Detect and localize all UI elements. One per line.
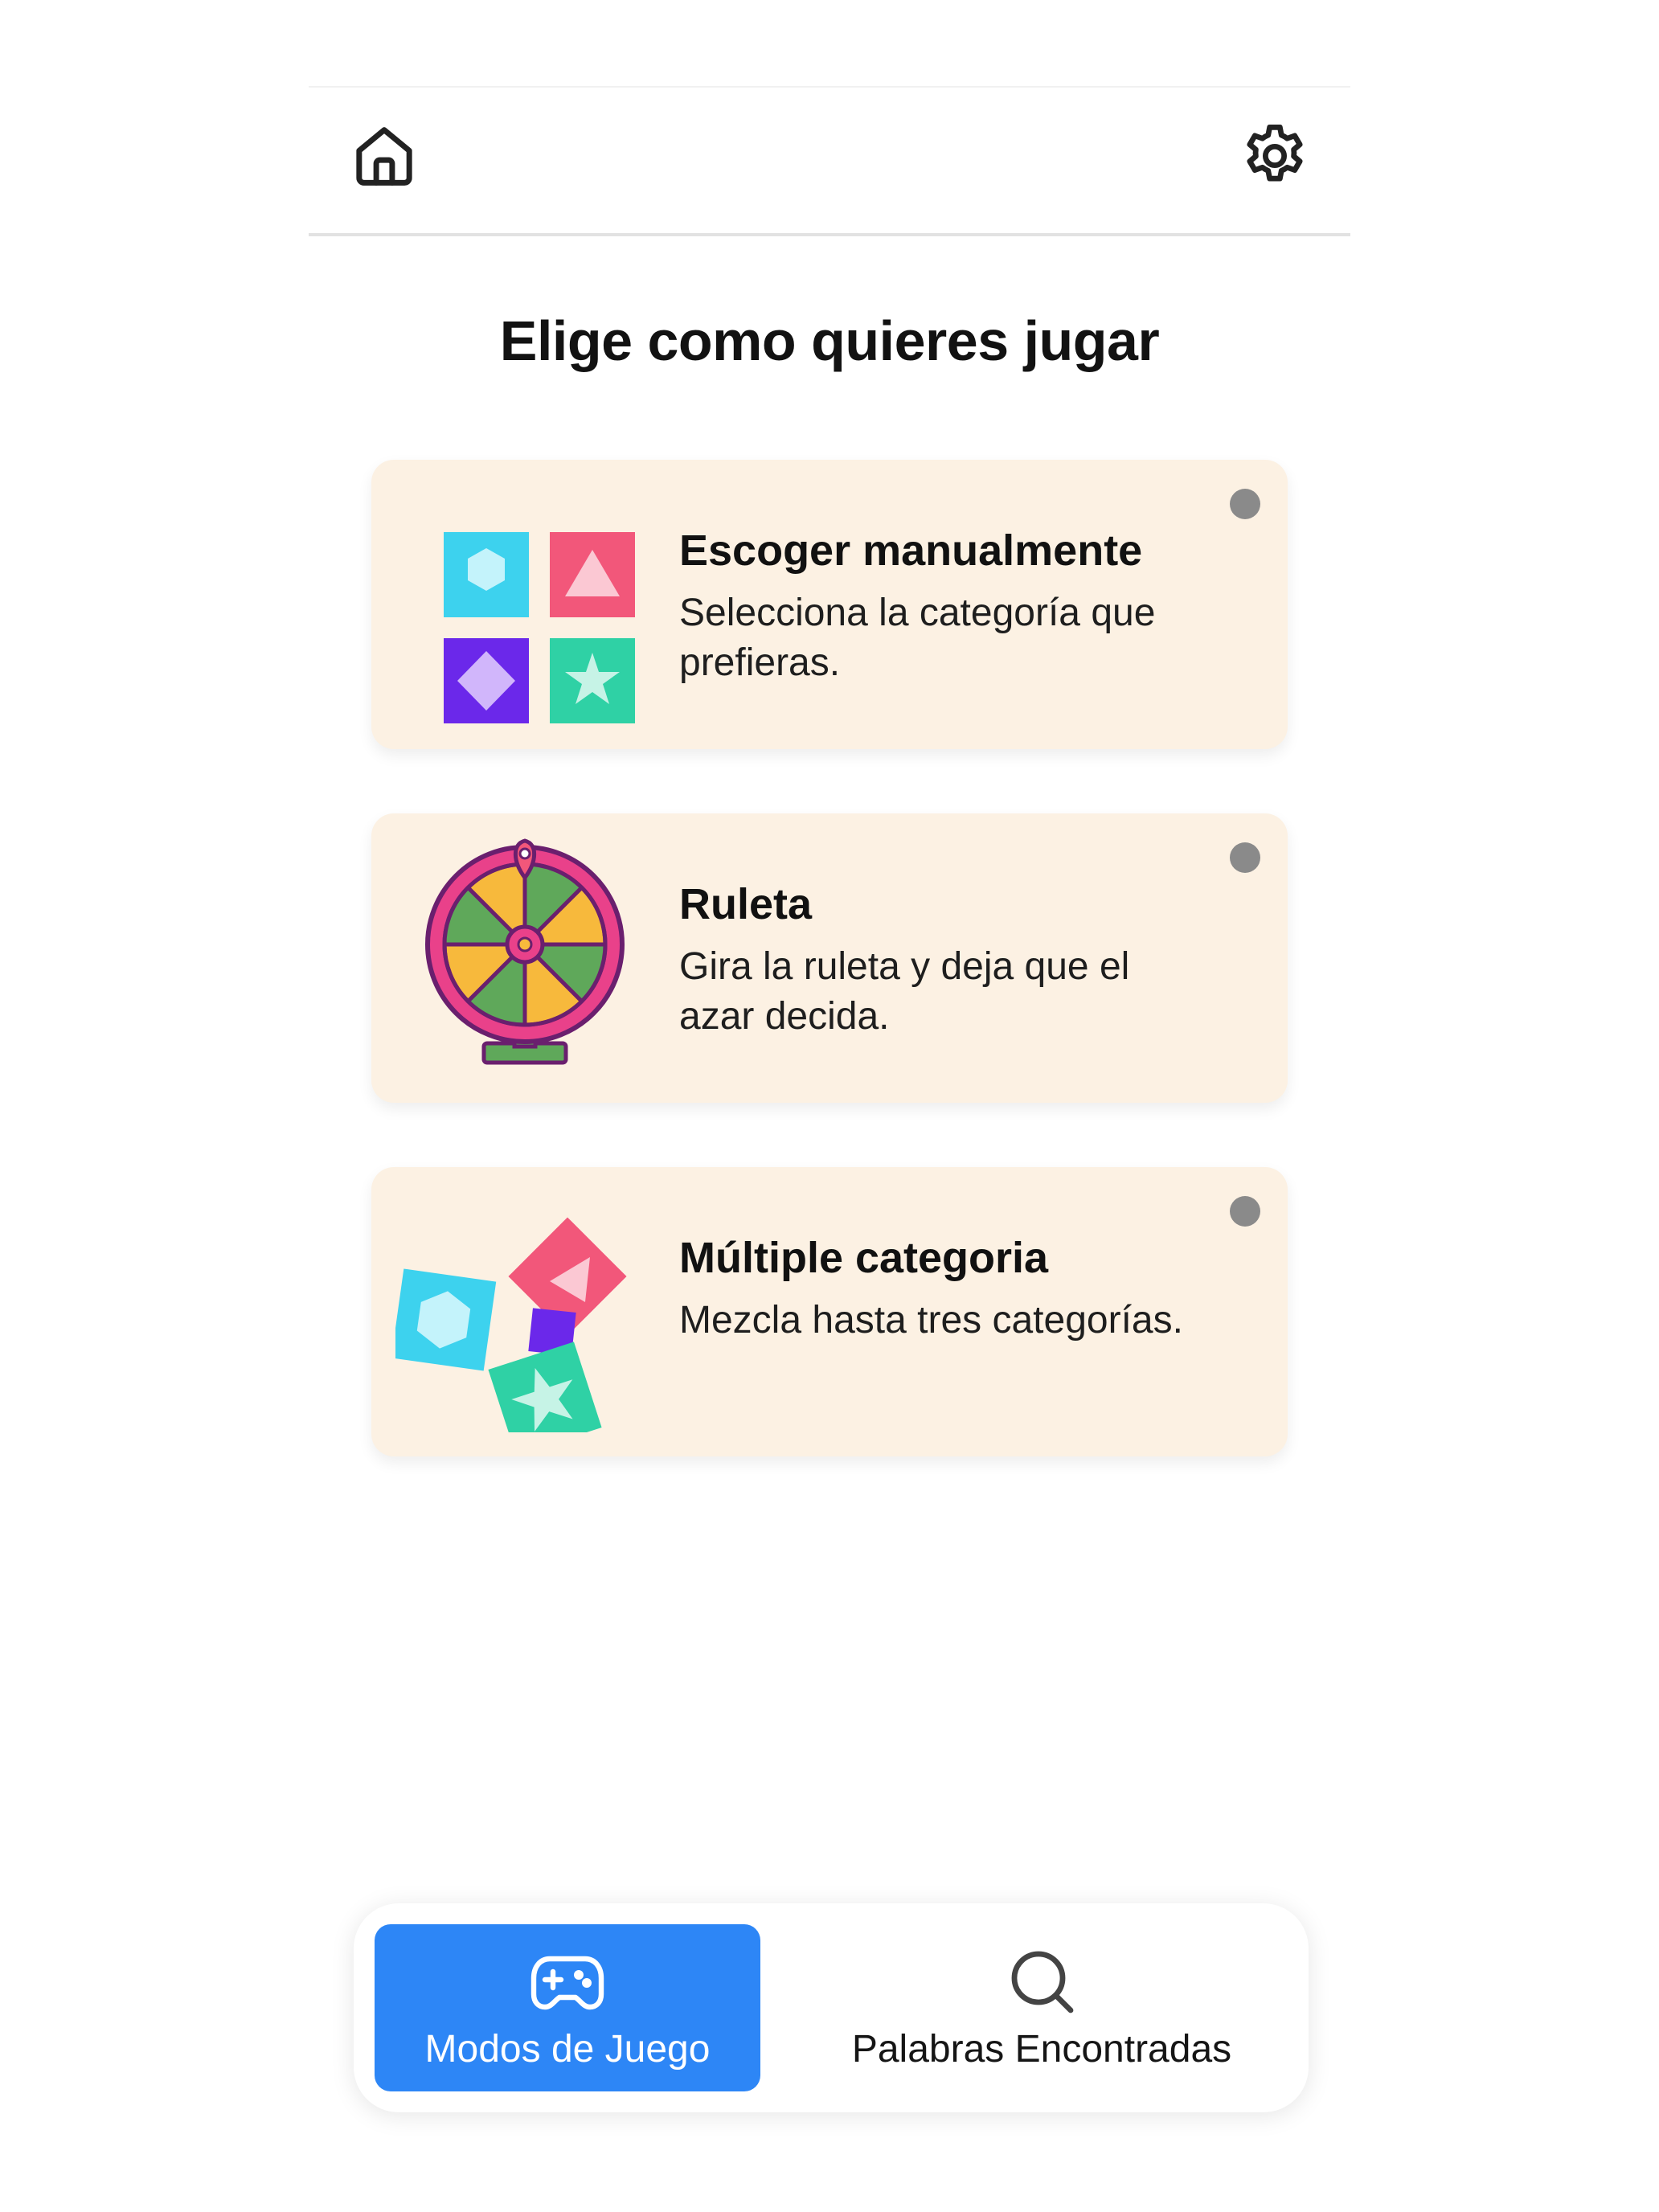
category-grid-icon <box>444 532 635 723</box>
mixed-categories-icon <box>395 1217 627 1432</box>
mode-title: Múltiple categoria <box>679 1234 1049 1282</box>
mode-description: Gira la ruleta y deja que el azar decida… <box>679 945 1130 1038</box>
bottom-tab-bar: Modos de Juego Palabras Encontradas <box>354 1903 1309 2112</box>
tab-found-words[interactable]: Palabras Encontradas <box>809 1924 1275 2091</box>
home-button[interactable] <box>346 117 423 195</box>
mode-description: Mezcla hasta tres categorías. <box>679 1299 1183 1342</box>
tab-label: Modos de Juego <box>424 2028 711 2071</box>
mode-card-multiple[interactable]: Múltiple categoria Mezcla hasta tres cat… <box>371 1167 1288 1456</box>
mode-title: Ruleta <box>679 880 813 928</box>
status-dot <box>1230 1196 1260 1227</box>
roulette-wheel-icon <box>425 838 625 1065</box>
game-modes-screen: Elige como quieres jugar Escoger manualm… <box>0 0 1659 2212</box>
mode-card-manual[interactable]: Escoger manualmente Selecciona la catego… <box>371 460 1288 749</box>
search-icon <box>1011 1951 1074 2013</box>
mode-description: Selecciona la categoría que prefieras. <box>679 592 1156 684</box>
gamepad-icon <box>530 1956 604 2010</box>
status-dot <box>1230 842 1260 873</box>
mode-card-roulette[interactable]: Ruleta Gira la ruleta y deja que el azar… <box>371 813 1288 1103</box>
tab-label: Palabras Encontradas <box>851 2028 1232 2071</box>
gear-icon <box>1247 125 1303 182</box>
mode-title: Escoger manualmente <box>679 526 1143 575</box>
status-dot <box>1230 489 1260 519</box>
home-icon <box>356 127 412 186</box>
settings-button[interactable] <box>1236 117 1313 195</box>
page-title: Elige como quieres jugar <box>499 309 1160 372</box>
top-divider <box>309 86 1350 88</box>
header-divider <box>309 233 1350 236</box>
tab-game-modes[interactable]: Modos de Juego <box>375 1924 760 2091</box>
